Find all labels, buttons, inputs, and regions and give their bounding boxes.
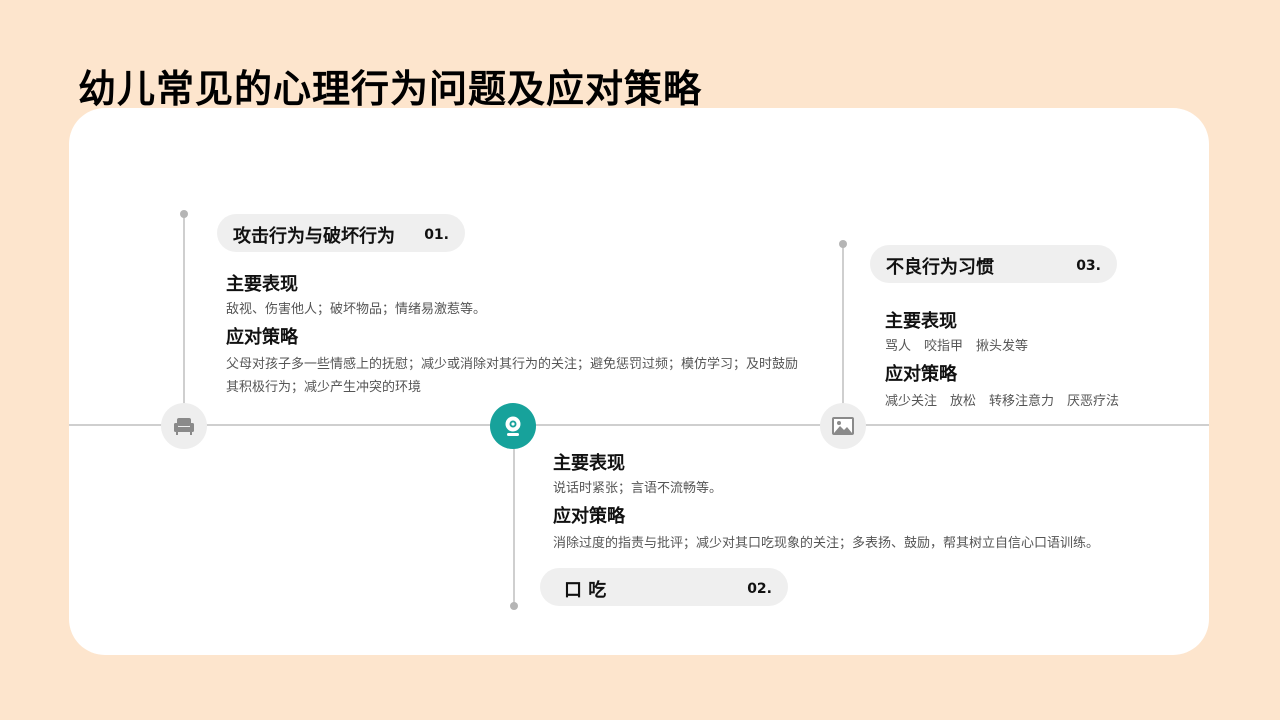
timeline-axis: [69, 424, 1209, 426]
item-3-title-pill: 不良行为习惯 03.: [870, 245, 1117, 283]
item-2-strategy-text: 消除过度的指责与批评；减少对其口吃现象的关注；多表扬、鼓励，帮其树立自信心口语训…: [553, 536, 1100, 551]
timeline-dot-2: [510, 602, 518, 610]
item-1-content: 主要表现 敌视、伤害他人；破坏物品；情绪易激惹等。 应对策略 父母对孩子多一些情…: [226, 274, 806, 399]
item-2-heading-symptoms: 主要表现: [553, 453, 625, 474]
item-1-number: 01.: [424, 227, 449, 243]
item-2-content: 主要表现 说话时紧张；言语不流畅等。 应对策略 消除过度的指责与批评；减少对其口…: [553, 453, 1133, 555]
webcam-icon: [505, 416, 521, 436]
timeline-dot-3: [839, 240, 847, 248]
item-3-symptoms-text: 骂人 咬指甲 揪头发等: [885, 339, 1029, 354]
timeline-connector-3: [842, 244, 844, 404]
item-1-title-pill: 攻击行为与破坏行为 01.: [217, 214, 465, 252]
item-2-heading-strategy: 应对策略: [553, 506, 625, 527]
sofa-icon: [174, 418, 194, 435]
timeline-connector-1: [183, 214, 185, 404]
timeline-node-1: [161, 403, 207, 449]
item-3-strategy-text: 减少关注 放松 转移注意力 厌恶疗法: [885, 394, 1120, 409]
item-3-heading-strategy: 应对策略: [885, 364, 957, 385]
slide-title: 幼儿常见的心理行为问题及应对策略: [78, 67, 703, 111]
item-1-title: 攻击行为与破坏行为: [233, 226, 395, 247]
item-2-symptoms-text: 说话时紧张；言语不流畅等。: [553, 481, 723, 496]
item-1-heading-strategy: 应对策略: [226, 327, 298, 348]
item-1-symptoms-text: 敌视、伤害他人；破坏物品；情绪易激惹等。: [226, 302, 487, 317]
item-3-title: 不良行为习惯: [886, 257, 994, 278]
timeline-dot-1: [180, 210, 188, 218]
item-3-number: 03.: [1076, 258, 1101, 274]
item-1-strategy-text: 父母对孩子多一些情感上的抚慰；减少或消除对其行为的关注；避免惩罚过频；模仿学习；…: [226, 357, 799, 395]
item-1-heading-symptoms: 主要表现: [226, 274, 298, 295]
item-3-content: 主要表现 骂人 咬指甲 揪头发等 应对策略 减少关注 放松 转移注意力 厌恶疗法: [885, 311, 1185, 413]
timeline-node-2: [490, 403, 536, 449]
item-2-title-pill: 口 吃 02.: [540, 568, 788, 606]
item-2-number: 02.: [747, 581, 772, 597]
item-2-title: 口 吃: [564, 580, 607, 601]
timeline-node-3: [820, 403, 866, 449]
timeline-connector-2: [513, 448, 515, 606]
image-icon: [832, 417, 854, 435]
item-3-heading-symptoms: 主要表现: [885, 311, 957, 332]
